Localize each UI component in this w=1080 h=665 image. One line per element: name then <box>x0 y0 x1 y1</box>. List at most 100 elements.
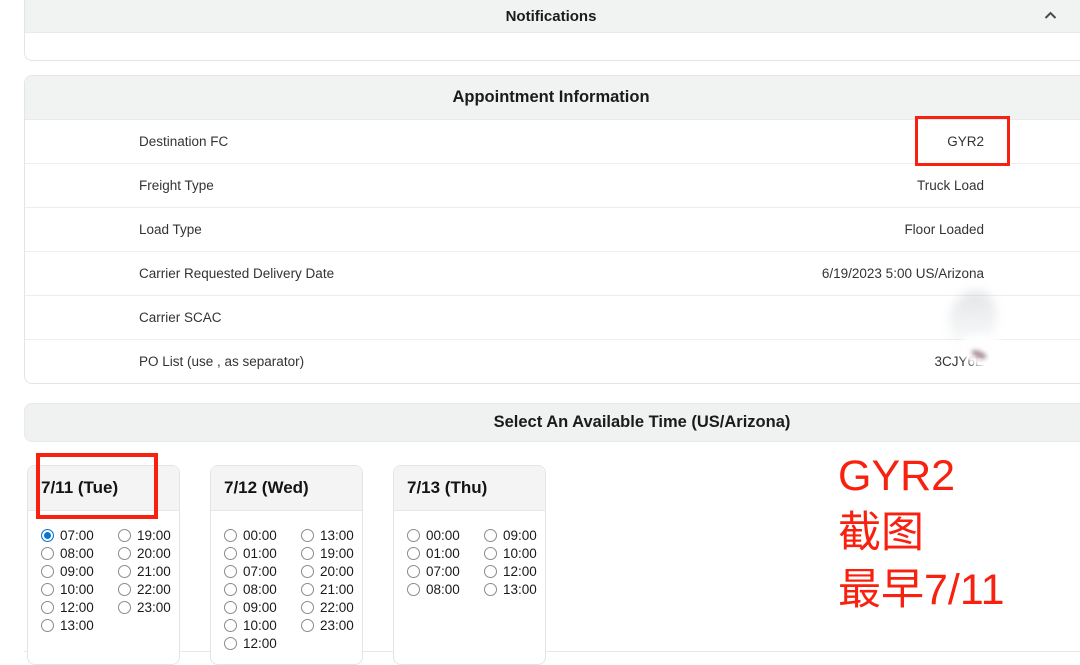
time-slot-option[interactable]: 20:00 <box>301 562 362 580</box>
radio-icon[interactable] <box>118 547 131 560</box>
time-slot-option[interactable]: 12:00 <box>41 598 102 616</box>
radio-icon[interactable] <box>484 547 497 560</box>
radio-icon[interactable] <box>301 547 314 560</box>
field-label: Freight Type <box>139 178 214 193</box>
time-slot-option[interactable]: 19:00 <box>118 526 179 544</box>
time-slot-option[interactable]: 00:00 <box>407 526 468 544</box>
field-label: PO List (use , as separator) <box>139 354 304 369</box>
time-slot-option[interactable]: 13:00 <box>301 526 362 544</box>
time-slot-label: 12:00 <box>503 564 537 579</box>
time-slot-label: 07:00 <box>243 564 277 579</box>
time-slot-option[interactable]: 23:00 <box>118 598 179 616</box>
radio-icon[interactable] <box>301 529 314 542</box>
radio-icon[interactable] <box>224 601 237 614</box>
time-slot-label: 20:00 <box>320 564 354 579</box>
time-slot-option[interactable]: 13:00 <box>484 580 545 598</box>
section-divider <box>24 651 1080 652</box>
radio-icon[interactable] <box>407 547 420 560</box>
time-slot-option[interactable]: 01:00 <box>407 544 468 562</box>
red-annotation-line: 截图 <box>838 505 1005 562</box>
radio-icon[interactable] <box>224 583 237 596</box>
red-annotation-line: GYR2 <box>838 448 1005 505</box>
radio-icon[interactable] <box>407 583 420 596</box>
field-label: Carrier Requested Delivery Date <box>139 266 334 281</box>
radio-icon[interactable] <box>484 565 497 578</box>
time-slot-option[interactable]: 01:00 <box>224 544 285 562</box>
radio-icon[interactable] <box>301 619 314 632</box>
radio-icon[interactable] <box>41 601 54 614</box>
radio-icon[interactable] <box>41 583 54 596</box>
time-slot-option[interactable]: 09:00 <box>484 526 545 544</box>
time-slot-label: 21:00 <box>137 564 171 579</box>
time-slot-label: 21:00 <box>320 582 354 597</box>
time-slot-option[interactable]: 13:00 <box>41 616 102 634</box>
time-slot-option[interactable]: 21:00 <box>301 580 362 598</box>
radio-icon[interactable] <box>41 547 54 560</box>
time-slot-option[interactable]: 10:00 <box>224 616 285 634</box>
day-card-title: 7/12 (Wed) <box>211 466 362 511</box>
radio-icon[interactable] <box>301 601 314 614</box>
time-slot-option[interactable]: 10:00 <box>41 580 102 598</box>
radio-icon[interactable] <box>484 529 497 542</box>
time-slot-label: 10:00 <box>243 618 277 633</box>
time-slot-label: 22:00 <box>320 600 354 615</box>
day-card-title: 7/13 (Thu) <box>394 466 545 511</box>
day-card: 7/12 (Wed) 00:0001:00 07:00 08:00 09:00 10:00… <box>210 465 363 665</box>
radio-icon[interactable] <box>224 547 237 560</box>
radio-icon[interactable] <box>224 565 237 578</box>
radio-icon[interactable] <box>484 583 497 596</box>
time-slot-option[interactable]: 08:00 <box>41 544 102 562</box>
time-slot-option[interactable]: 07:00 <box>41 526 102 544</box>
field-label: Carrier SCAC <box>139 310 222 325</box>
annotation-box-gyr2 <box>915 116 1010 166</box>
time-slot-option[interactable]: 09:00 <box>41 562 102 580</box>
time-slot-option[interactable]: 12:00 <box>484 562 545 580</box>
time-slot-label: 07:00 <box>60 528 94 543</box>
notifications-header: Notifications <box>25 0 1080 33</box>
time-slot-option[interactable]: 20:00 <box>118 544 179 562</box>
time-slot-option[interactable]: 07:00 <box>224 562 285 580</box>
red-annotation-text: GYR2截图最早7/11 <box>838 448 1005 619</box>
time-slot-label: 10:00 <box>503 546 537 561</box>
radio-icon[interactable] <box>41 565 54 578</box>
time-slot-label: 09:00 <box>60 564 94 579</box>
radio-icon[interactable] <box>301 583 314 596</box>
radio-icon[interactable] <box>224 637 237 650</box>
time-slot-option[interactable]: 09:00 <box>224 598 285 616</box>
time-column: 13:0019:00 20:00 21:00 22:0023:00 <box>301 526 362 652</box>
chevron-up-icon[interactable] <box>1041 6 1059 24</box>
time-slot-label: 01:00 <box>426 546 460 561</box>
time-slot-option[interactable]: 22:00 <box>301 598 362 616</box>
radio-icon[interactable] <box>224 619 237 632</box>
radio-icon[interactable] <box>301 565 314 578</box>
appointment-row: PO List (use , as separator)3CJY6E <box>25 339 1080 383</box>
day-card-times: 07:0008:00 09:00 10:0012:00 13:00 19:0020:00… <box>28 511 179 634</box>
radio-icon[interactable] <box>224 529 237 542</box>
time-slot-option[interactable]: 12:00 <box>224 634 285 652</box>
time-slot-option[interactable]: 10:00 <box>484 544 545 562</box>
time-slot-option[interactable]: 19:00 <box>301 544 362 562</box>
radio-icon[interactable] <box>118 565 131 578</box>
radio-icon[interactable] <box>41 619 54 632</box>
time-slot-option[interactable]: 21:00 <box>118 562 179 580</box>
time-slot-option[interactable]: 22:00 <box>118 580 179 598</box>
time-slot-option[interactable]: 08:00 <box>407 580 468 598</box>
time-slot-label: 08:00 <box>243 582 277 597</box>
notifications-title: Notifications <box>506 8 597 25</box>
time-slot-label: 09:00 <box>243 600 277 615</box>
time-slot-label: 19:00 <box>137 528 171 543</box>
radio-icon[interactable] <box>118 583 131 596</box>
radio-icon[interactable] <box>118 601 131 614</box>
schedule-header: Select An Available Time (US/Arizona) <box>24 403 1080 442</box>
time-slot-option[interactable]: 08:00 <box>224 580 285 598</box>
time-slot-option[interactable]: 23:00 <box>301 616 362 634</box>
radio-icon[interactable] <box>407 529 420 542</box>
appointment-row: Load TypeFloor Loaded <box>25 207 1080 251</box>
radio-selected-icon[interactable] <box>41 529 54 542</box>
time-slot-option[interactable]: 07:00 <box>407 562 468 580</box>
radio-icon[interactable] <box>118 529 131 542</box>
radio-icon[interactable] <box>407 565 420 578</box>
time-slot-option[interactable]: 00:00 <box>224 526 285 544</box>
time-slot-label: 10:00 <box>60 582 94 597</box>
time-slot-label: 13:00 <box>60 618 94 633</box>
